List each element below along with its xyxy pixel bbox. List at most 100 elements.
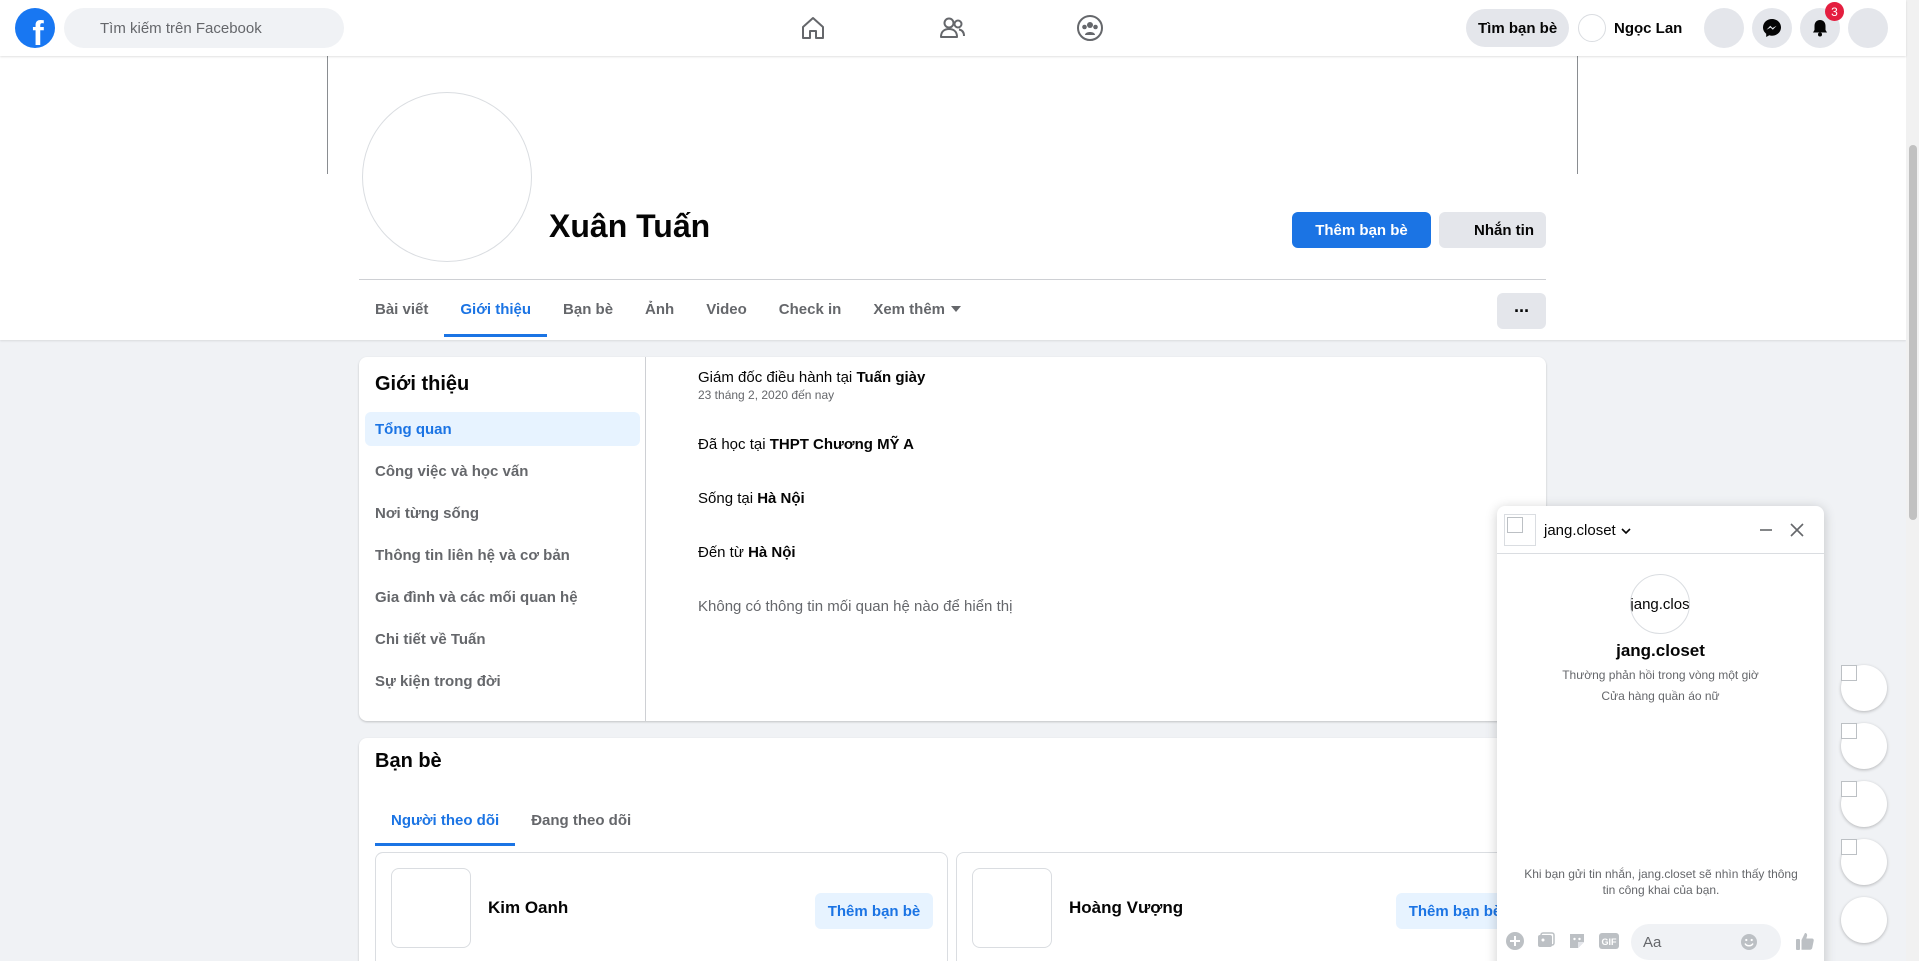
gif-icon[interactable]: GIF	[1598, 931, 1620, 951]
chat-category: Cửa hàng quần áo nữ	[1601, 689, 1720, 703]
message-input-box[interactable]	[1631, 924, 1781, 960]
chat-header-name[interactable]: jang.closet	[1544, 522, 1632, 539]
messenger-icon	[1763, 19, 1781, 37]
work-since: 23 tháng 2, 2020 đến nay	[698, 388, 835, 402]
new-message-bubble[interactable]	[1841, 897, 1887, 943]
profile-header: Xuân Tuấn Thêm bạn bè Nhắn tin Bài viết …	[0, 56, 1906, 340]
from-prefix: Đến từ	[698, 544, 749, 561]
friend-name[interactable]: Kim Oanh	[488, 898, 568, 918]
page-scrollbar[interactable]	[1906, 0, 1919, 961]
tab-photos[interactable]: Ảnh	[629, 281, 690, 337]
chat-head-bubble[interactable]	[1841, 665, 1887, 711]
home-icon[interactable]	[799, 14, 827, 42]
tab-following[interactable]: Đang theo dõi	[515, 794, 647, 846]
notifications-button[interactable]: 3	[1800, 2, 1844, 48]
tab-friends[interactable]: Bạn bè	[547, 281, 629, 337]
add-friend-button[interactable]: Thêm bạn bè	[1292, 212, 1431, 248]
lives-place-link[interactable]: Hà Nội	[757, 490, 805, 507]
profile-picture[interactable]	[362, 92, 532, 262]
hometown-link[interactable]: Hà Nội	[748, 544, 796, 561]
profile-chip[interactable]: Ngọc Lan	[1578, 10, 1682, 46]
avatar	[1578, 14, 1606, 42]
chat-header: jang.closet	[1497, 506, 1824, 554]
chat-head-bubble[interactable]	[1841, 839, 1887, 885]
school-link[interactable]: THPT Chương MỸ A	[770, 436, 914, 453]
about-card: Giới thiệu Tổng quan Công việc và học vấ…	[359, 357, 1546, 721]
tab-more-label: Xem thêm	[873, 300, 946, 318]
more-options-button[interactable]: ···	[1497, 293, 1546, 329]
message-input[interactable]	[1643, 933, 1739, 951]
plus-icon[interactable]	[1505, 931, 1525, 951]
tab-more[interactable]: Xem thêm	[857, 281, 977, 337]
groups-icon[interactable]	[1076, 14, 1104, 42]
minimize-icon	[1760, 529, 1772, 531]
profile-name: Xuân Tuấn	[549, 208, 711, 244]
caret-down-icon	[951, 306, 962, 312]
like-icon[interactable]	[1793, 931, 1817, 951]
about-menu: Tổng quan Công việc và học vấn Nơi từng …	[365, 412, 640, 706]
hometown-info: Đến từ Hà Nội	[698, 544, 796, 561]
tab-posts[interactable]: Bài viết	[359, 281, 444, 337]
tab-videos[interactable]: Video	[690, 281, 763, 337]
tab-about[interactable]: Giới thiệu	[444, 281, 547, 337]
friend-item: Hoàng Vượng Thêm bạn bè	[956, 852, 1529, 961]
about-menu-places-lived[interactable]: Nơi từng sống	[365, 496, 640, 530]
close-icon	[1790, 523, 1804, 537]
find-friends-button[interactable]: Tìm bạn bè	[1466, 9, 1570, 47]
friend-avatar[interactable]	[391, 868, 471, 948]
work-place-link[interactable]: Tuấn giày	[856, 369, 925, 386]
about-menu-work-education[interactable]: Công việc và học vấn	[365, 454, 640, 488]
chat-page-avatar[interactable]: jang.clos	[1630, 574, 1690, 634]
chat-head-bubble[interactable]	[1841, 723, 1887, 769]
about-menu-overview[interactable]: Tổng quan	[365, 412, 640, 446]
account-button[interactable]	[1848, 8, 1888, 48]
tab-checkins[interactable]: Check in	[763, 281, 858, 337]
friends-tabs: Người theo dõi Đang theo dõi	[375, 794, 647, 846]
messenger-button[interactable]	[1752, 8, 1792, 48]
chat-header-label: jang.closet	[1544, 522, 1616, 539]
about-menu-details[interactable]: Chi tiết về Tuấn	[365, 622, 640, 656]
chat-page-name[interactable]: jang.closet	[1497, 641, 1824, 661]
cover-photo-edge	[1577, 56, 1578, 174]
photo-icon[interactable]	[1536, 931, 1556, 951]
work-prefix: Giám đốc điều hành tại	[698, 369, 857, 386]
about-title: Giới thiệu	[375, 373, 470, 395]
friends-title: Bạn bè	[375, 750, 442, 772]
about-sidebar: Giới thiệu Tổng quan Công việc và học vấ…	[359, 357, 646, 721]
chevron-down-icon	[1621, 527, 1631, 534]
message-button[interactable]: Nhắn tin	[1439, 212, 1546, 248]
profile-tabs: Bài viết Giới thiệu Bạn bè Ảnh Video Che…	[359, 281, 977, 337]
about-menu-family[interactable]: Gia đình và các mối quan hệ	[365, 580, 640, 614]
search-box[interactable]	[64, 8, 344, 48]
tab-followers[interactable]: Người theo dõi	[375, 794, 516, 846]
chat-composer: GIF	[1497, 916, 1824, 961]
education-info: Đã học tại THPT Chương MỸ A	[698, 436, 914, 453]
about-menu-contact-basic[interactable]: Thông tin liên hệ và cơ bản	[365, 538, 640, 572]
top-navbar: f Tìm bạn bè Ngọc Lan 3	[0, 0, 1906, 56]
sticker-icon[interactable]	[1567, 931, 1587, 951]
lives-in-info: Sống tại Hà Nội	[698, 490, 805, 507]
chat-head-bubble[interactable]	[1841, 781, 1887, 827]
menu-button[interactable]	[1704, 8, 1744, 48]
gif-label: GIF	[1602, 937, 1618, 947]
profile-chip-name: Ngọc Lan	[1614, 19, 1683, 37]
emoji-icon[interactable]	[1739, 932, 1759, 952]
facebook-logo[interactable]: f	[15, 8, 55, 48]
about-menu-life-events[interactable]: Sự kiện trong đời	[365, 664, 640, 698]
divider	[359, 279, 1546, 280]
notification-badge: 3	[1825, 2, 1844, 21]
scrollbar-thumb[interactable]	[1909, 145, 1917, 520]
minimize-button[interactable]	[1754, 518, 1778, 542]
friend-name[interactable]: Hoàng Vượng	[1069, 898, 1183, 918]
friend-avatar[interactable]	[972, 868, 1052, 948]
work-info: Giám đốc điều hành tại Tuấn giày 23 thán…	[698, 369, 925, 402]
chat-privacy-notice: Khi bạn gửi tin nhắn, jang.closet sẽ nhì…	[1524, 867, 1798, 897]
school-prefix: Đã học tại	[698, 436, 770, 453]
search-input[interactable]	[100, 19, 320, 37]
chat-avatar[interactable]	[1504, 514, 1536, 546]
add-friend-button[interactable]: Thêm bạn bè	[815, 893, 933, 929]
friends-icon[interactable]	[938, 14, 966, 42]
bell-icon	[1813, 20, 1827, 37]
cover-photo-edge	[327, 56, 328, 174]
close-button[interactable]	[1785, 518, 1809, 542]
